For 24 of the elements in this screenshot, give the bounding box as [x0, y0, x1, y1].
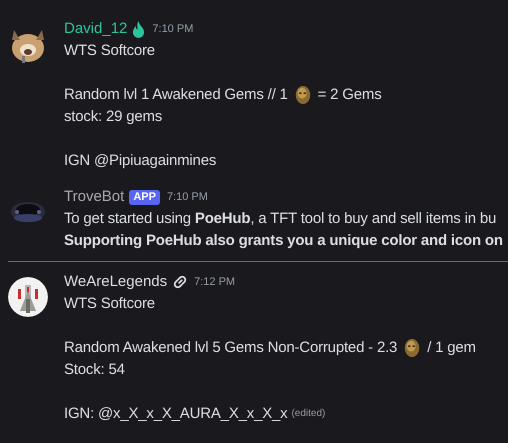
username[interactable]: TroveBot	[64, 186, 124, 208]
message-text: Random lvl 1 Awakened Gems // 1	[64, 85, 288, 105]
app-badge: APP	[129, 190, 160, 204]
link-icon	[173, 275, 188, 289]
message-text: / 1 gem	[427, 338, 476, 358]
message-text: WTS Softcore	[64, 42, 155, 59]
username[interactable]: David_12	[64, 18, 128, 40]
message-text: Stock: 54	[64, 361, 125, 378]
flame-icon	[132, 20, 146, 38]
timestamp: 7:12 PM	[194, 274, 236, 290]
message-text: Random Awakened lvl 5 Gems Non-Corrupted - 2.3	[64, 338, 398, 358]
emoji-icon	[294, 85, 312, 105]
emoji-icon	[403, 338, 422, 358]
message-text: IGN @Pipiuagainmines	[64, 152, 216, 169]
message-text: = 2 Gems	[318, 85, 382, 105]
message-text: IGN: @x_X_x_X_AURA_X_x_X_x	[64, 404, 288, 424]
username[interactable]: WeAreLegends	[64, 270, 168, 294]
message-text: stock: 29 gems	[64, 108, 162, 125]
edited-label: (edited)	[291, 407, 326, 421]
timestamp: 7:10 PM	[152, 22, 194, 37]
timestamp: 7:10 PM	[166, 190, 208, 205]
message-text: WTS Softcore	[64, 295, 155, 312]
message-text: Supporting PoeHub also grants you a unique color and icon on	[64, 232, 503, 249]
message-text: To get started using PoeHub, a TFT tool to buy and sell items in bu	[64, 210, 496, 227]
